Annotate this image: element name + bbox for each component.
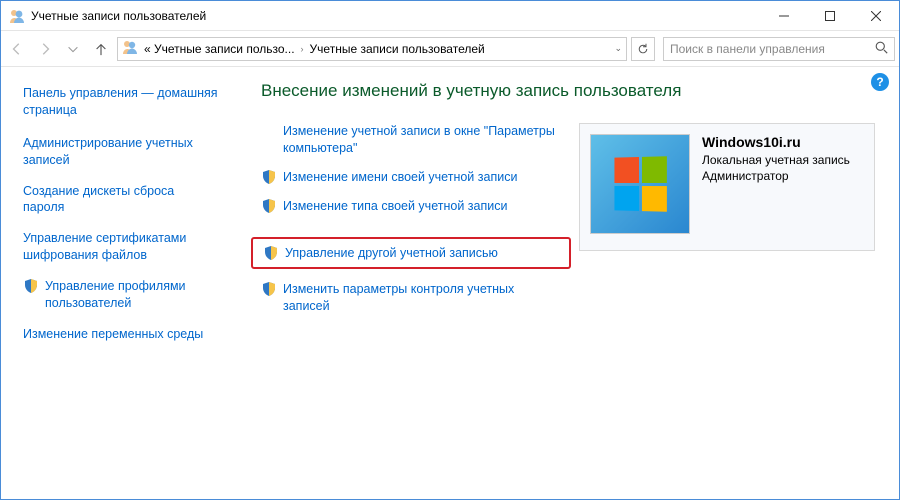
user-accounts-appicon bbox=[9, 8, 25, 24]
search-icon bbox=[875, 41, 888, 57]
user-info: Windows10i.ru Локальная учетная запись А… bbox=[702, 134, 850, 184]
sidebar: Панель управления — домашняя страница Ад… bbox=[1, 67, 233, 499]
help-button[interactable]: ? bbox=[871, 73, 889, 91]
action-change-in-pc-settings[interactable]: Изменение учетной записи в окне "Парамет… bbox=[261, 123, 561, 157]
forward-button[interactable] bbox=[33, 37, 57, 61]
action-manage-other-account[interactable]: Управление другой учетной записью bbox=[251, 237, 571, 270]
navigation-toolbar: « Учетные записи пользо... › Учетные зап… bbox=[1, 31, 899, 67]
sidebar-link-encryption-certs[interactable]: Управление сертификатами шифрования файл… bbox=[23, 230, 213, 264]
sidebar-link-password-reset-disk[interactable]: Создание дискеты сброса пароля bbox=[23, 183, 213, 217]
uac-shield-icon bbox=[261, 281, 277, 297]
current-user-card: Windows10i.ru Локальная учетная запись А… bbox=[579, 123, 875, 251]
user-picture bbox=[590, 134, 690, 234]
sidebar-link-label: Управление профилями пользователей bbox=[45, 278, 213, 312]
breadcrumb-segment-2[interactable]: Учетные записи пользователей bbox=[304, 42, 491, 56]
control-panel-home-link[interactable]: Панель управления — домашняя страница bbox=[23, 85, 225, 119]
content-body: Панель управления — домашняя страница Ад… bbox=[1, 67, 899, 499]
close-button[interactable] bbox=[853, 1, 899, 31]
uac-shield-icon bbox=[261, 198, 277, 214]
search-input[interactable]: Поиск в панели управления bbox=[663, 37, 895, 61]
control-panel-icon bbox=[122, 39, 138, 58]
action-change-account-type[interactable]: Изменение типа своей учетной записи bbox=[261, 198, 561, 215]
minimize-button[interactable] bbox=[761, 1, 807, 31]
up-button[interactable] bbox=[89, 37, 113, 61]
maximize-button[interactable] bbox=[807, 1, 853, 31]
uac-shield-icon bbox=[23, 278, 39, 312]
user-name: Windows10i.ru bbox=[702, 134, 850, 150]
page-title: Внесение изменений в учетную запись поль… bbox=[261, 81, 885, 101]
recent-dropdown[interactable] bbox=[61, 37, 85, 61]
user-role: Администратор bbox=[702, 168, 850, 184]
window-titlebar: Учетные записи пользователей bbox=[1, 1, 899, 31]
refresh-button[interactable] bbox=[631, 37, 655, 61]
breadcrumb-segment-1[interactable]: « Учетные записи пользо... bbox=[138, 42, 301, 56]
uac-shield-icon bbox=[263, 245, 279, 261]
action-links-column: Изменение учетной записи в окне "Парамет… bbox=[261, 123, 561, 327]
sidebar-link-user-profiles[interactable]: Управление профилями пользователей bbox=[23, 278, 213, 312]
sidebar-link-admin-accounts[interactable]: Администрирование учетных записей bbox=[23, 135, 213, 169]
address-bar[interactable]: « Учетные записи пользо... › Учетные зап… bbox=[117, 37, 627, 61]
back-button[interactable] bbox=[5, 37, 29, 61]
address-dropdown-icon[interactable]: ⌄ bbox=[614, 43, 622, 54]
uac-shield-icon bbox=[261, 169, 277, 185]
search-placeholder: Поиск в панели управления bbox=[670, 42, 825, 56]
main-content: ? Внесение изменений в учетную запись по… bbox=[233, 67, 899, 499]
window-buttons bbox=[761, 1, 899, 31]
window-title: Учетные записи пользователей bbox=[31, 9, 206, 23]
action-change-account-name[interactable]: Изменение имени своей учетной записи bbox=[261, 169, 561, 186]
sidebar-link-env-vars[interactable]: Изменение переменных среды bbox=[23, 326, 213, 343]
action-change-uac-settings[interactable]: Изменить параметры контроля учетных запи… bbox=[261, 281, 561, 315]
user-account-type: Локальная учетная запись bbox=[702, 152, 850, 168]
windows-logo-icon bbox=[614, 156, 666, 211]
